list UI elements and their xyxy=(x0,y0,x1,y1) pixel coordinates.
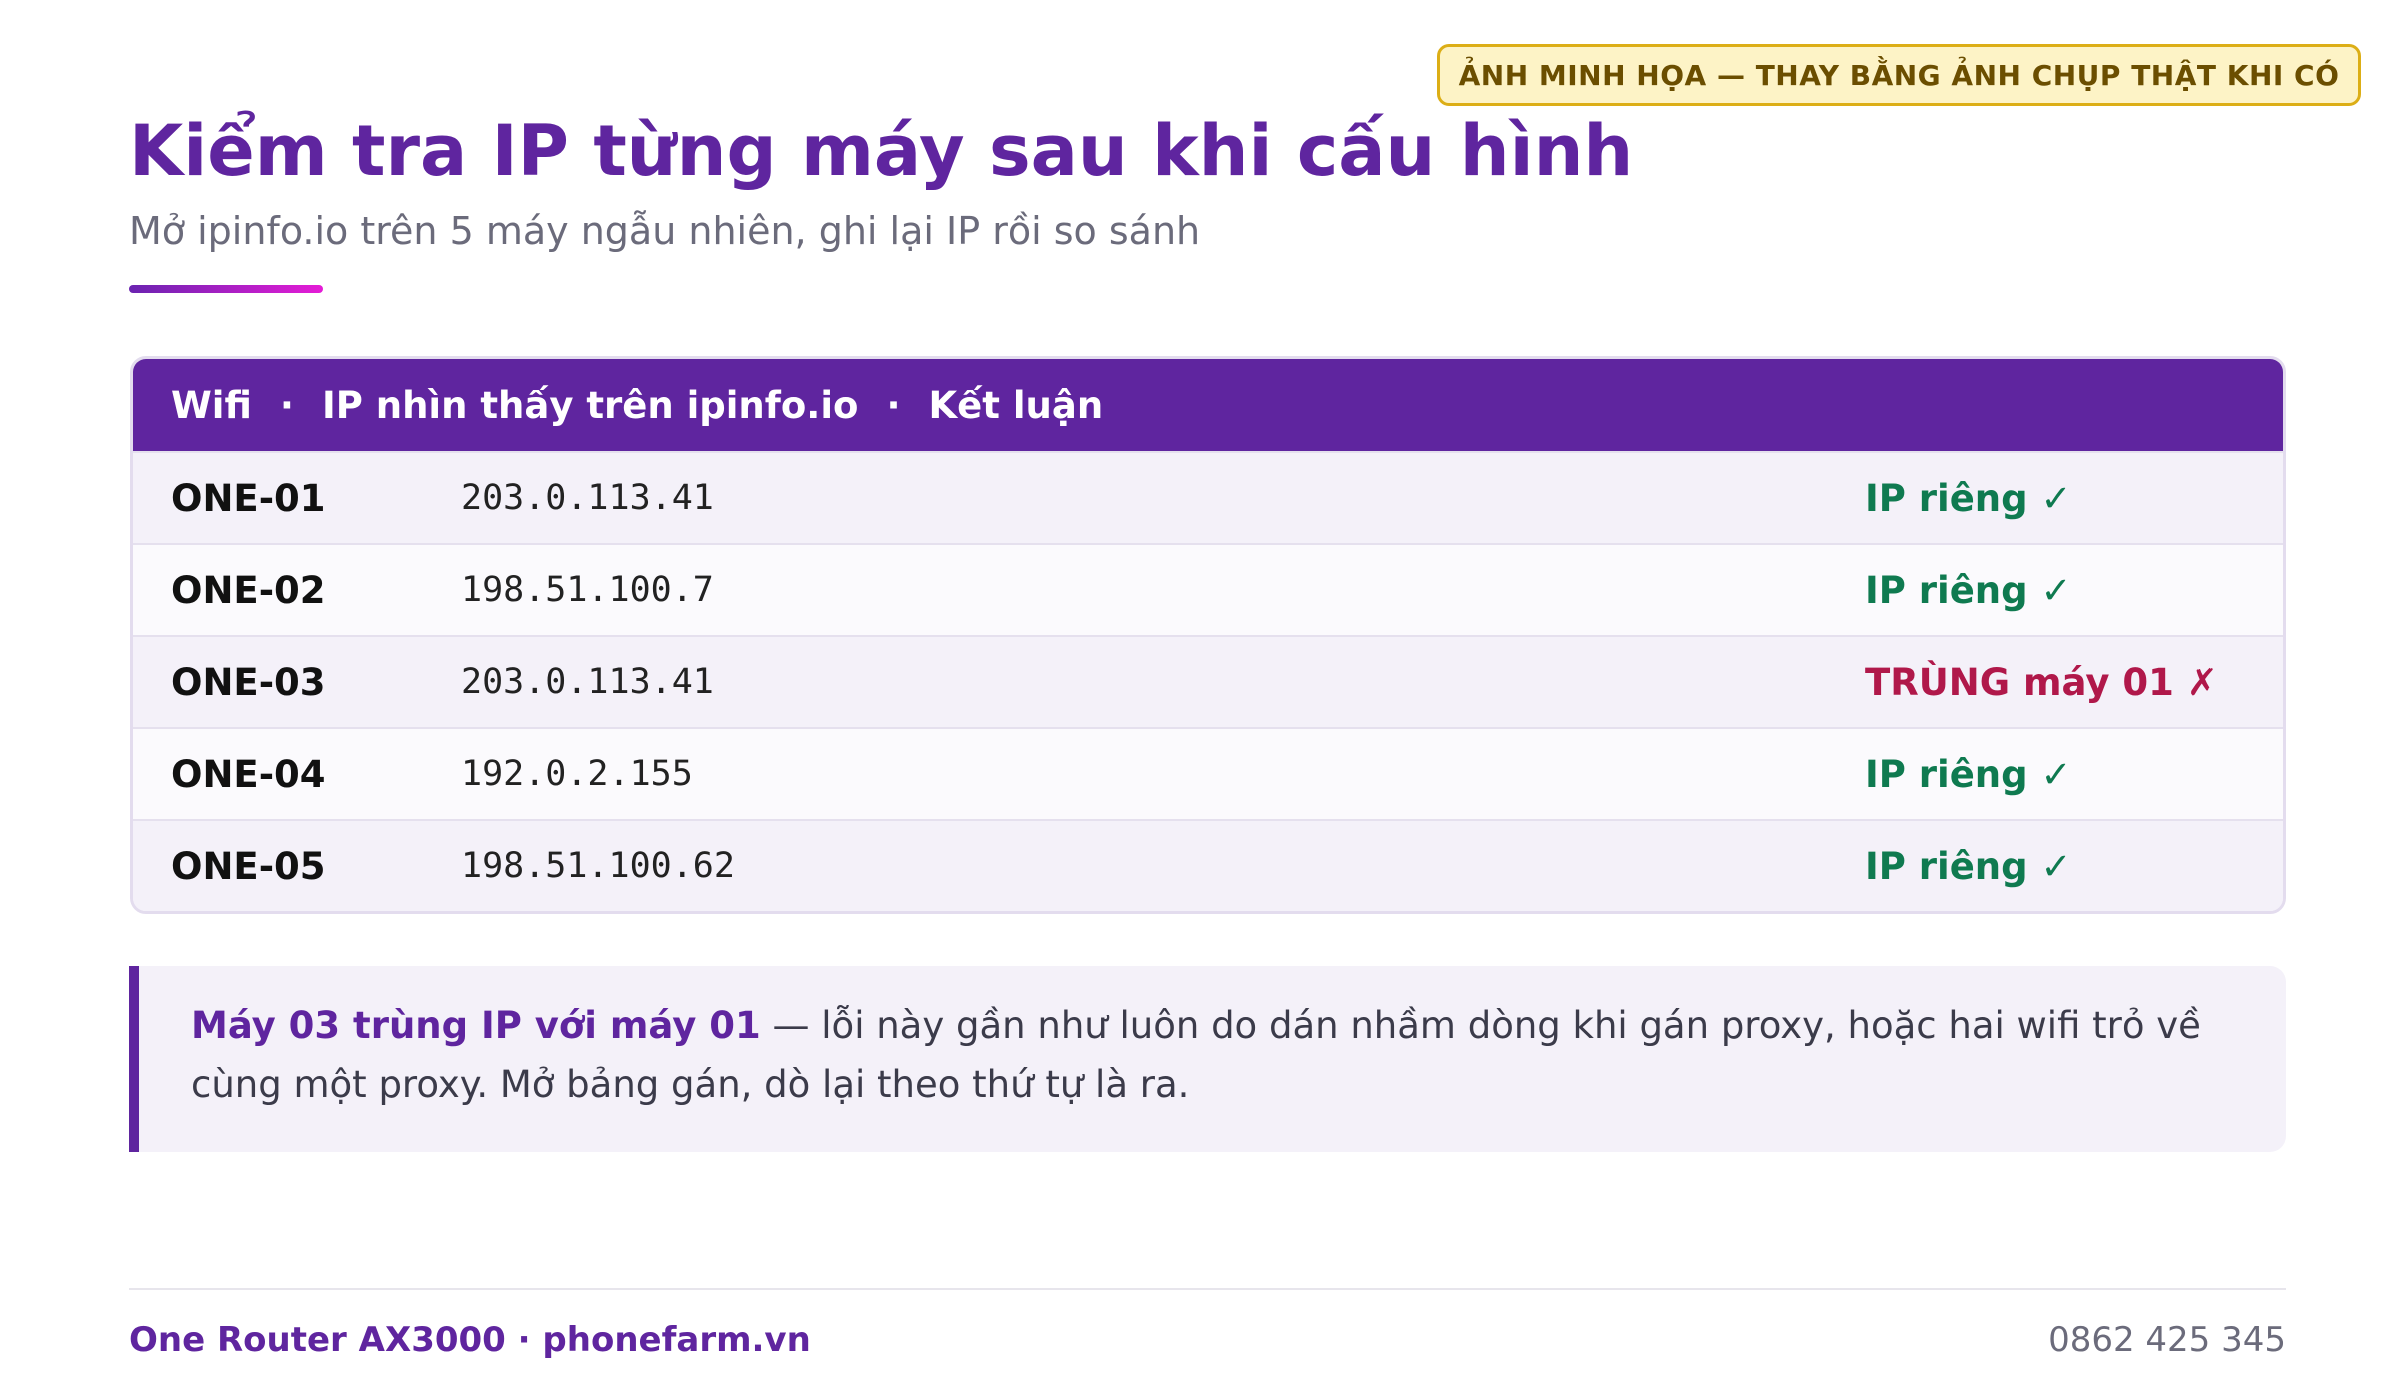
table-row: ONE-03 203.0.113.41 TRÙNG máy 01 ✗ xyxy=(133,635,2283,727)
result-label: IP riêng ✓ xyxy=(1865,752,2072,796)
column-header-wifi: Wifi xyxy=(171,383,252,427)
footer-divider xyxy=(129,1288,2286,1290)
table-body: ONE-01 203.0.113.41 IP riêng ✓ ONE-02 19… xyxy=(133,451,2283,911)
table-row: ONE-02 198.51.100.7 IP riêng ✓ xyxy=(133,543,2283,635)
column-header-result: Kết luận xyxy=(928,383,1104,427)
ip-address: 203.0.113.41 xyxy=(461,662,714,702)
page-title: Kiểm tra IP từng máy sau khi cấu hình xyxy=(129,110,1634,192)
callout-note: Máy 03 trùng IP với máy 01 — lỗi này gần… xyxy=(129,966,2286,1152)
wifi-name: ONE-05 xyxy=(171,844,326,888)
ip-check-table: Wifi · IP nhìn thấy trên ipinfo.io · Kết… xyxy=(130,356,2286,914)
column-header-ip: IP nhìn thấy trên ipinfo.io xyxy=(321,383,859,427)
result-label: IP riêng ✓ xyxy=(1865,844,2072,888)
ip-address: 192.0.2.155 xyxy=(461,754,693,794)
wifi-name: ONE-02 xyxy=(171,568,326,612)
page-subtitle: Mở ipinfo.io trên 5 máy ngẫu nhiên, ghi … xyxy=(129,209,1201,253)
table-row: ONE-04 192.0.2.155 IP riêng ✓ xyxy=(133,727,2283,819)
wifi-name: ONE-03 xyxy=(171,660,326,704)
note-highlight: Máy 03 trùng IP với máy 01 xyxy=(191,1004,761,1047)
result-label: IP riêng ✓ xyxy=(1865,568,2072,612)
illustration-badge: ẢNH MINH HỌA — THAY BẰNG ẢNH CHỤP THẬT K… xyxy=(1437,44,2361,106)
footer-brand: One Router AX3000 · phonefarm.vn xyxy=(129,1320,811,1360)
footer-phone: 0862 425 345 xyxy=(2048,1320,2286,1360)
header-separator: · xyxy=(279,383,294,427)
ip-address: 203.0.113.41 xyxy=(461,478,714,518)
result-label: IP riêng ✓ xyxy=(1865,476,2072,520)
wifi-name: ONE-01 xyxy=(171,476,326,520)
table-row: ONE-01 203.0.113.41 IP riêng ✓ xyxy=(133,451,2283,543)
ip-address: 198.51.100.7 xyxy=(461,570,714,610)
result-label: TRÙNG máy 01 ✗ xyxy=(1865,660,2218,704)
table-row: ONE-05 198.51.100.62 IP riêng ✓ xyxy=(133,819,2283,911)
wifi-name: ONE-04 xyxy=(171,752,326,796)
title-accent-bar xyxy=(129,285,323,293)
header-separator: · xyxy=(886,383,901,427)
table-header: Wifi · IP nhìn thấy trên ipinfo.io · Kết… xyxy=(133,359,2283,451)
ip-address: 198.51.100.62 xyxy=(461,846,735,886)
